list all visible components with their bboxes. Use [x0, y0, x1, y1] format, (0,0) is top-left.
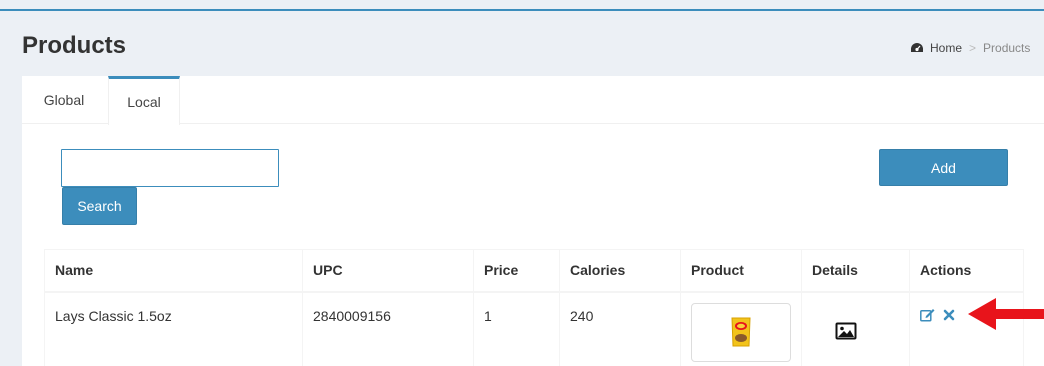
content-header: Products Home > Products: [0, 11, 1044, 77]
column-header-actions[interactable]: Actions: [909, 249, 1024, 293]
tab-bar: Global Local: [22, 76, 1044, 125]
search-button[interactable]: Search: [62, 187, 137, 225]
add-button[interactable]: Add: [879, 149, 1008, 186]
product-thumbnail[interactable]: [691, 302, 791, 362]
cell-name: Lays Classic 1.5oz: [44, 291, 303, 366]
column-header-details[interactable]: Details: [801, 249, 910, 293]
column-header-product[interactable]: Product: [680, 249, 802, 293]
table-row: Lays Classic 1.5oz 2840009156 1 240: [44, 291, 1024, 366]
cell-details: [801, 291, 910, 366]
column-header-name[interactable]: Name: [44, 249, 303, 293]
chip-bag-image: [731, 317, 751, 347]
cell-product: [680, 291, 802, 366]
column-header-calories[interactable]: Calories: [559, 249, 681, 293]
tab-global[interactable]: Global: [22, 76, 106, 124]
dashboard-icon: [911, 43, 923, 52]
search-input[interactable]: [61, 149, 279, 187]
cell-upc: 2840009156: [302, 291, 474, 366]
cell-calories: 240: [559, 291, 681, 366]
products-box: Global Local Search Add Name UPC Price C…: [22, 76, 1044, 366]
edit-icon[interactable]: [920, 308, 935, 322]
breadcrumb-current: Products: [983, 41, 1031, 55]
image-icon[interactable]: [835, 322, 857, 343]
column-header-upc[interactable]: UPC: [302, 249, 474, 293]
page-title: Products: [22, 32, 127, 59]
cell-price: 1: [473, 291, 560, 366]
products-table: Name UPC Price Calories Product Details …: [44, 249, 1024, 366]
tab-local-label: Local: [127, 94, 161, 110]
tab-local[interactable]: Local: [108, 76, 180, 125]
breadcrumb: Home > Products: [910, 41, 1030, 55]
breadcrumb-separator: >: [969, 41, 977, 55]
table-header-row: Name UPC Price Calories Product Details …: [44, 249, 1024, 293]
column-header-price[interactable]: Price: [473, 249, 560, 293]
annotation-arrow-icon: [968, 298, 1044, 330]
tab-global-label: Global: [43, 92, 85, 108]
breadcrumb-home-link[interactable]: Home: [930, 41, 962, 55]
delete-icon[interactable]: [943, 309, 955, 321]
